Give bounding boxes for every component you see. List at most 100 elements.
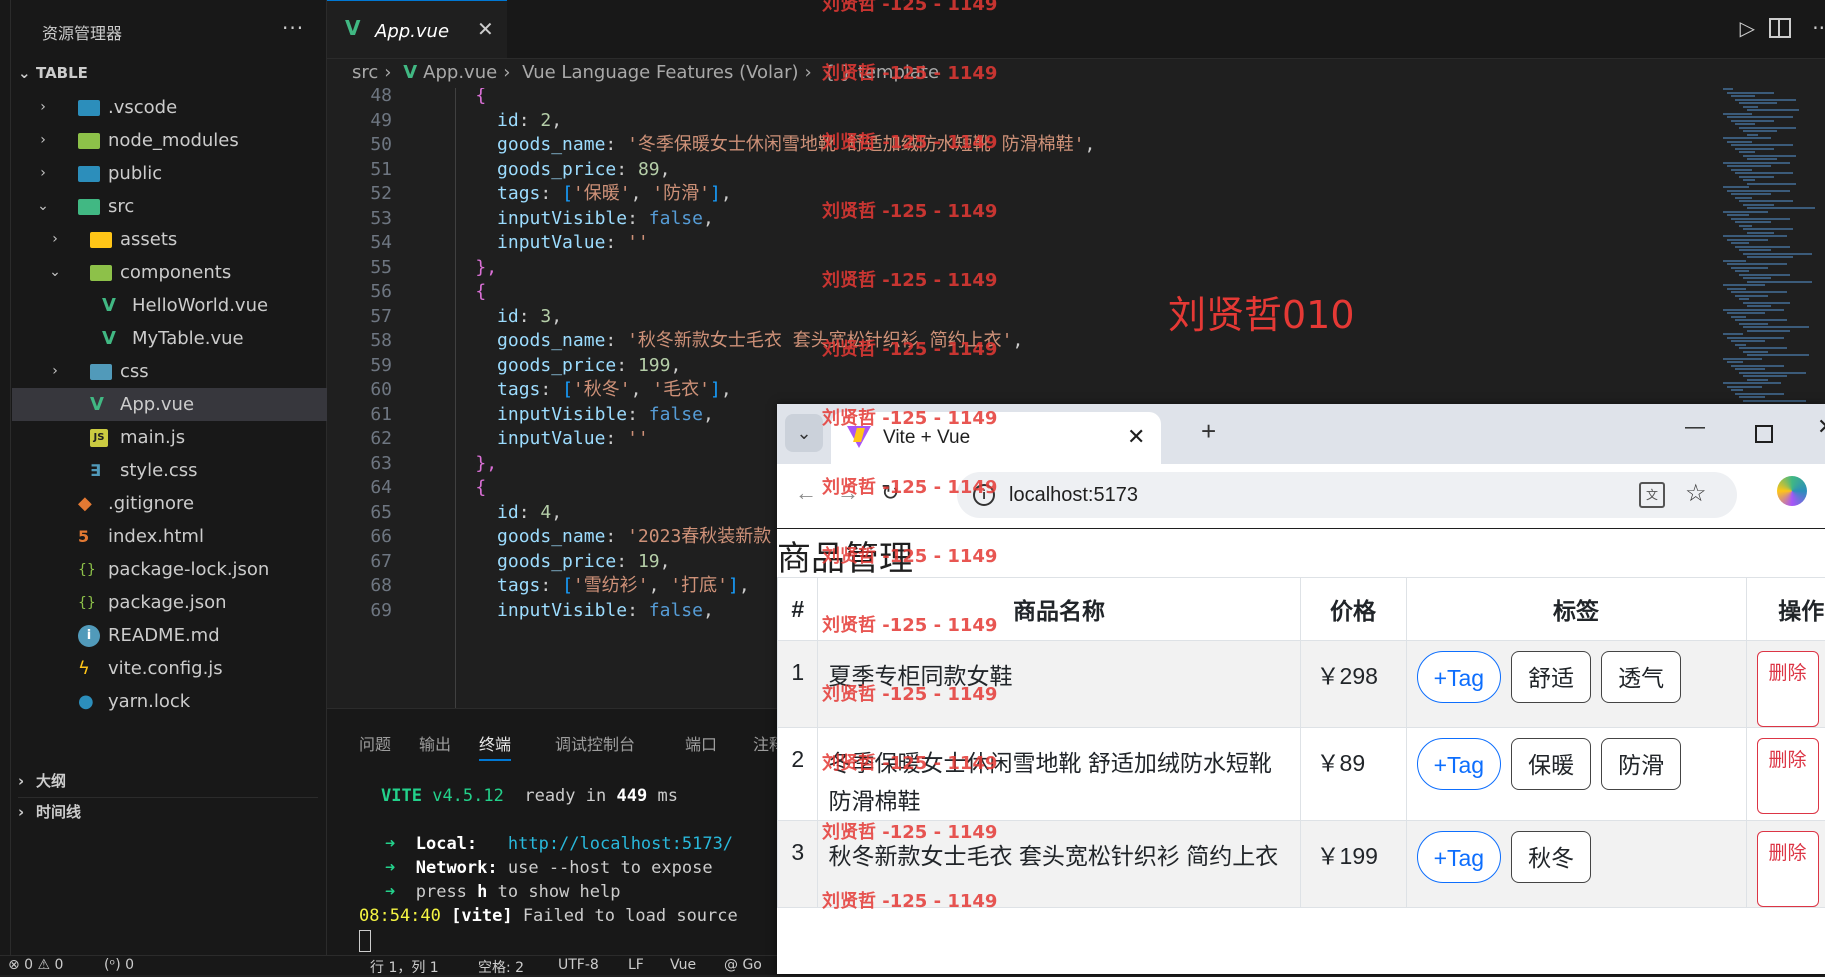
tree-item[interactable]: 5index.html [12,520,327,553]
outline-section[interactable]: ›大纲 [18,770,66,791]
tag-badge[interactable]: 防滑 [1601,738,1681,790]
profile-avatar[interactable] [1777,476,1807,506]
tag-badge[interactable]: 舒适 [1511,651,1591,703]
tree-item[interactable]: ›node_modules [12,124,327,157]
delete-button[interactable]: 删除 [1757,831,1819,907]
translate-icon[interactable]: 文 [1639,482,1665,508]
add-tag-button[interactable]: +Tag [1417,738,1502,790]
minimap-line [1723,162,1790,164]
minimap-line [1727,361,1743,363]
tag-badge[interactable]: 透气 [1601,651,1681,703]
minimap-line [1727,141,1752,143]
minimap-line [1731,267,1768,269]
tab-problems[interactable]: 问题 [359,731,391,755]
bookmark-star-icon[interactable]: ☆ [1685,479,1707,508]
breadcrumb-src[interactable]: src [352,62,378,83]
breadcrumb-file[interactable]: App.vue [423,62,497,83]
reload-icon[interactable]: ↻ [881,480,899,506]
go-live-button[interactable]: @ Go [724,957,762,973]
tab-output[interactable]: 输出 [419,731,451,755]
more-icon[interactable]: ·· [1812,16,1825,40]
minimap-line [1735,99,1796,101]
minimap-line [1735,270,1749,272]
address-bar[interactable]: i localhost:5173 文 ☆ [957,472,1737,518]
public-folder-icon [78,163,100,185]
close-tab-icon[interactable]: ✕ [1127,424,1145,450]
goods-name: 秋冬新款女士毛衣 套头宽松针织衫 简约上衣 [818,821,1300,908]
terminal-cursor[interactable] [359,930,371,952]
split-editor-icon[interactable] [1769,18,1791,38]
minimize-icon[interactable]: — [1685,416,1705,439]
tree-item[interactable]: VApp.vue [12,388,327,421]
ports-status[interactable]: (ᵒ) 0 [104,957,134,973]
tree-item[interactable]: ◆.gitignore [12,487,327,520]
vue-file-icon: V [90,394,112,416]
tab-ports[interactable]: 端口 [685,731,717,755]
indentation-status[interactable]: 空格: 2 [478,957,524,977]
tab-terminal[interactable]: 终端 [479,731,511,761]
site-info-icon[interactable]: i [973,484,995,506]
cursor-position[interactable]: 行 1，列 1 [370,957,439,977]
tree-item[interactable]: ⌄components [12,256,327,289]
explorer-sidebar: 资源管理器 ··· ⌄TABLE ›.vscode›node_modules›p… [0,0,327,955]
terminal-network-line: ➜ Network: use --host to expose [385,858,713,878]
tree-item[interactable]: ›css [12,355,327,388]
folder-shape [90,265,112,281]
tab-app-vue[interactable]: V App.vue ✕ [327,0,507,58]
tab-label: App.vue [375,21,449,42]
tab-search-chevron-icon[interactable]: ⌄ [785,414,823,452]
more-actions-icon[interactable]: ··· [282,16,304,40]
add-tag-button[interactable]: +Tag [1417,831,1502,883]
tree-item[interactable]: iREADME.md [12,619,327,652]
code-line[interactable]: 69 inputVisible: false, [327,597,714,625]
delete-button[interactable]: 删除 [1757,651,1819,727]
tree-item[interactable]: VMyTable.vue [12,322,327,355]
tree-item[interactable]: {}package.json [12,586,327,619]
minimap-line [1739,372,1806,374]
tree-item-label: HelloWorld.vue [132,289,268,322]
eol-status[interactable]: LF [628,957,644,973]
add-tag-button[interactable]: +Tag [1417,651,1502,703]
workspace-root[interactable]: ⌄TABLE [18,64,88,82]
breadcrumb-template[interactable]: { } template [823,62,939,83]
delete-button[interactable]: 删除 [1757,738,1819,814]
column-header: 价格 [1300,578,1406,641]
run-icon[interactable]: ▷ [1740,16,1755,40]
maximize-icon[interactable] [1755,425,1773,443]
tree-item[interactable]: ●yarn.lock [12,685,327,718]
code-text: goods_price: 89, [432,159,670,180]
problems-status[interactable]: ⊗ 0 ⚠ 0 [8,957,63,973]
tree-item[interactable]: ⌄src [12,190,327,223]
close-icon[interactable]: ✕ [477,17,494,41]
tag-badge[interactable]: 秋冬 [1511,831,1591,883]
tag-badge[interactable]: 保暖 [1511,738,1591,790]
tree-item[interactable]: JSmain.js [12,421,327,454]
local-url-link[interactable]: http://localhost:5173/ [508,834,733,854]
tree-item[interactable]: VHelloWorld.vue [12,289,327,322]
code-text: id: 3, [432,306,562,327]
minimap-line [1743,302,1790,304]
timeline-section[interactable]: ›时间线 [18,797,318,822]
minimap-line [1743,253,1812,255]
tree-item[interactable]: ›public [12,157,327,190]
new-tab-icon[interactable]: + [1201,416,1216,447]
tree-item[interactable]: ›assets [12,223,327,256]
tree-item[interactable]: ›.vscode [12,91,327,124]
minimap-line [1723,113,1752,115]
tree-item[interactable]: ∃style.css [12,454,327,487]
language-mode[interactable]: Vue [670,957,696,973]
code-text: { [432,88,486,106]
browser-tab[interactable]: Vite + Vue ✕ [831,412,1161,464]
encoding-status[interactable]: UTF-8 [558,957,599,973]
forward-icon[interactable]: → [837,480,859,506]
tree-item[interactable]: ϟvite.config.js [12,652,327,685]
minimap[interactable] [1717,88,1825,408]
chevron-down-icon: ⌄ [18,64,36,82]
tree-item[interactable]: {}package-lock.json [12,553,327,586]
back-icon[interactable]: ← [795,480,817,506]
breadcrumb-language[interactable]: Vue Language Features (Volar) [522,62,798,83]
tab-debug-console[interactable]: 调试控制台 [555,731,635,755]
tags-cell: +Tag保暖防滑 [1406,728,1746,821]
window-close-icon[interactable]: ✕ [1817,414,1825,440]
code-text: inputValue: '' [432,232,649,253]
